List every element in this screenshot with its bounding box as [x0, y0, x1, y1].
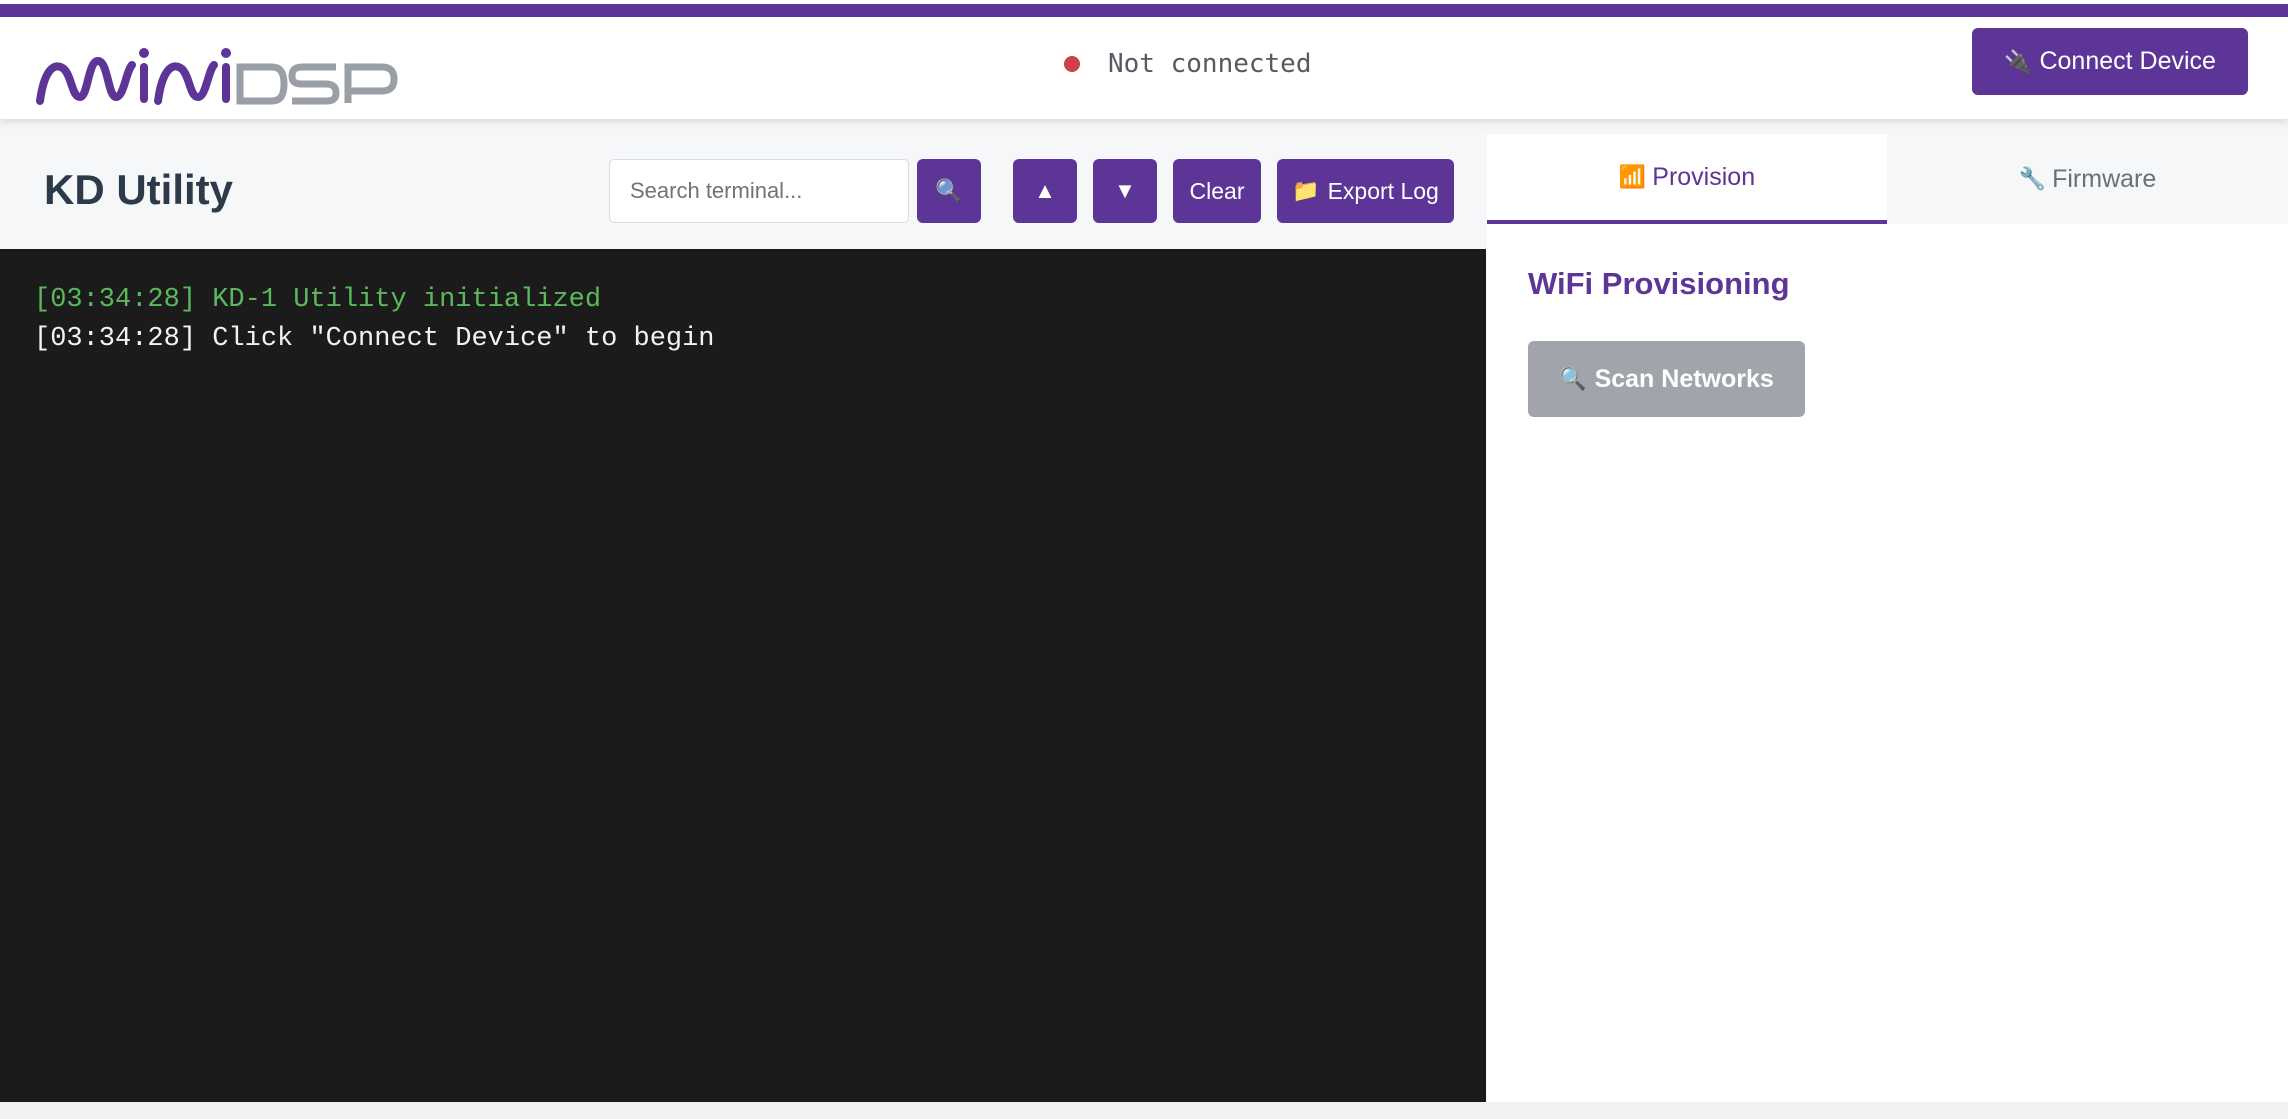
scroll-down-button[interactable]: ▼ — [1093, 159, 1157, 223]
plug-icon: 🔌 — [2004, 48, 2032, 74]
search-button[interactable]: 🔍 — [917, 159, 981, 223]
minidsp-logo — [36, 48, 398, 105]
side-panel: 📶 Provision 🔧 Firmware WiFi Provisioning… — [1487, 134, 2288, 1102]
tab-provision[interactable]: 📶 Provision — [1487, 134, 1887, 224]
arrow-up-icon: ▲ — [1034, 178, 1056, 203]
tab-provision-label: Provision — [1652, 162, 1756, 191]
magnifier-icon: 🔍 — [1559, 366, 1587, 391]
search-icon: 🔍 — [935, 178, 963, 203]
scroll-up-button[interactable]: ▲ — [1013, 159, 1077, 223]
app-header: Not connected 🔌 Connect Device — [0, 17, 2288, 119]
wrench-icon: 🔧 — [2018, 166, 2047, 191]
bottom-bar — [0, 1102, 2288, 1119]
status-text: Not connected — [1108, 49, 1312, 79]
side-tabs: 📶 Provision 🔧 Firmware — [1487, 134, 2288, 224]
folder-icon: 📁 — [1292, 178, 1320, 203]
connection-status: Not connected — [1064, 44, 1312, 84]
scan-networks-label: Scan Networks — [1594, 364, 1774, 393]
terminal-line: [03:34:28] Click "Connect Device" to beg… — [34, 324, 715, 354]
tab-firmware[interactable]: 🔧 Firmware — [1887, 134, 2288, 224]
export-log-label: Export Log — [1327, 177, 1439, 204]
terminal-toolbar: KD Utility 🔍 ▲ ▼ Clear 📁 Export Log — [0, 134, 1486, 249]
terminal-pane: KD Utility 🔍 ▲ ▼ Clear 📁 Export Log [03:… — [0, 134, 1486, 1102]
signal-bars-icon: 📶 — [1618, 164, 1647, 189]
tab-firmware-label: Firmware — [2052, 164, 2157, 193]
arrow-down-icon: ▼ — [1114, 178, 1136, 203]
connect-device-label: Connect Device — [2039, 47, 2216, 75]
scan-networks-button[interactable]: 🔍 Scan Networks — [1528, 341, 1805, 417]
page-title: KD Utility — [44, 166, 233, 213]
connect-device-button[interactable]: 🔌 Connect Device — [1972, 28, 2248, 95]
top-accent-stripe — [0, 0, 2288, 17]
terminal-output[interactable]: [03:34:28] KD-1 Utility initialized [03:… — [0, 249, 1486, 1102]
status-dot-icon — [1064, 56, 1080, 72]
export-log-button[interactable]: 📁 Export Log — [1277, 159, 1454, 223]
terminal-line: [03:34:28] KD-1 Utility initialized — [34, 285, 602, 315]
clear-button[interactable]: Clear — [1173, 159, 1261, 223]
terminal-search-input[interactable] — [609, 159, 909, 223]
section-title: WiFi Provisioning — [1528, 266, 1790, 301]
